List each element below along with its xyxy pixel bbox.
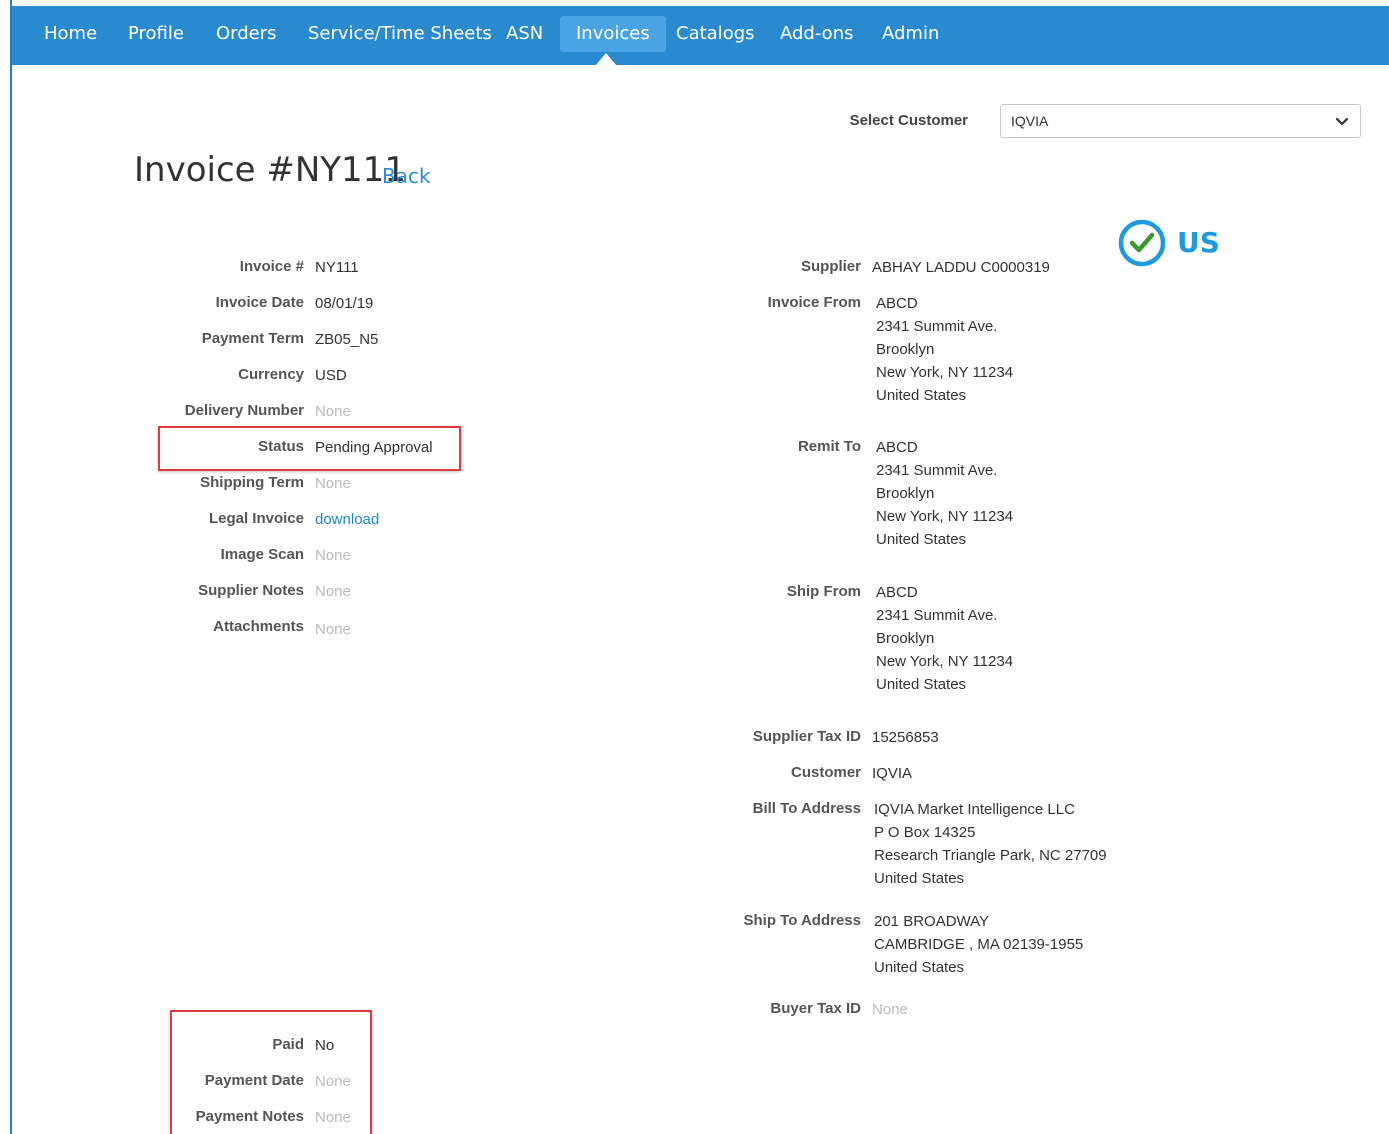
nav-item-service-time-sheets[interactable]: Service/Time Sheets [292,16,508,52]
payment-term-label: Payment Term [201,330,304,347]
active-nav-caret [596,53,616,65]
supplier-label: Supplier [800,258,861,275]
address-line: Research Triangle Park, NC 27709 [874,847,1107,864]
invoice-date-label: Invoice Date [215,294,304,311]
invoice-from-label: Invoice From [767,294,861,311]
address-line: Brooklyn [876,485,935,502]
payment-date-value: None [315,1073,351,1090]
legal-invoice-label: Legal Invoice [208,510,304,527]
address-line: Brooklyn [876,341,935,358]
supplier-notes-value: None [315,583,351,600]
bill-to-address-label: Bill To Address [752,800,861,817]
attachments-label: Attachments [213,618,304,635]
nav-item-asn[interactable]: ASN [490,16,559,52]
delivery-number-label: Delivery Number [184,402,304,419]
bill-to-address: IQVIA Market Intelligence LLC P O Box 14… [874,798,1107,890]
ship-from-address: ABCD 2341 Summit Ave. Brooklyn New York,… [876,581,1013,696]
address-line: P O Box 14325 [874,824,976,841]
payment-notes-label: Payment Notes [195,1108,304,1125]
invoice-from-address: ABCD 2341 Summit Ave. Brooklyn New York,… [876,292,1013,407]
nav-item-home[interactable]: Home [28,16,113,52]
currency-value: USD [315,367,347,384]
address-line: New York, NY 11234 [876,364,1014,381]
paid-label: Paid [272,1036,304,1053]
top-navigation-bar: Home Profile Orders Service/Time Sheets … [12,6,1389,65]
remit-to-address: ABCD 2341 Summit Ave. Brooklyn New York,… [876,436,1013,551]
address-line: ABCD [876,439,918,456]
nav-item-profile[interactable]: Profile [112,16,200,52]
address-line: United States [874,959,965,976]
address-line: United States [876,387,967,404]
select-customer-label: Select Customer [849,112,968,129]
shipping-term-label: Shipping Term [200,474,304,491]
address-line: 201 BROADWAY [874,913,990,930]
payment-term-value: ZB05_N5 [315,331,379,348]
address-line: IQVIA Market Intelligence LLC [874,801,1075,818]
status-value: Pending Approval [315,439,433,456]
back-link[interactable]: Back [382,164,431,188]
address-line: New York, NY 11234 [876,653,1014,670]
currency-label: Currency [238,366,304,383]
supplier-notes-label: Supplier Notes [198,582,304,599]
remit-to-label: Remit To [797,438,861,455]
supplier-tax-id-label: Supplier Tax ID [752,728,861,745]
address-line: ABCD [876,295,918,312]
nav-item-admin[interactable]: Admin [866,16,955,52]
customer-select-value: IQVIA [1011,113,1049,129]
image-scan-label: Image Scan [220,546,304,563]
legal-invoice-download-link[interactable]: download [315,508,379,531]
supplier-value: ABHAY LADDU C0000319 [872,259,1050,276]
payment-notes-value: None [315,1109,351,1126]
page-title: Invoice #NY111 [134,150,406,190]
attachments-value: None [315,621,351,638]
customer-label: Customer [790,764,861,781]
address-line: Brooklyn [876,630,935,647]
invoice-date-value: 08/01/19 [315,295,374,312]
window-left-border [10,0,12,1134]
ship-to-address-label: Ship To Address [743,912,861,929]
delivery-number-value: None [315,403,351,420]
address-line: United States [876,676,967,693]
country-code: US [1177,226,1220,259]
image-scan-value: None [315,547,351,564]
country-badge: US [1117,218,1227,268]
nav-item-add-ons[interactable]: Add-ons [764,16,869,52]
ship-to-address: 201 BROADWAY CAMBRIDGE , MA 02139-1955 U… [874,910,1083,979]
chevron-down-icon [1335,117,1349,126]
customer-value: IQVIA [872,765,913,782]
payment-date-label: Payment Date [204,1072,304,1089]
nav-item-invoices[interactable]: Invoices [560,16,666,52]
address-line: CAMBRIDGE , MA 02139-1955 [874,936,1084,953]
shipping-term-value: None [315,475,351,492]
invoice-number-label: Invoice # [239,258,304,275]
buyer-tax-id-value: None [872,1001,908,1018]
nav-item-catalogs[interactable]: Catalogs [660,16,771,52]
address-line: 2341 Summit Ave. [876,318,998,335]
address-line: ABCD [876,584,918,601]
check-circle-icon [1118,219,1166,267]
nav-item-orders[interactable]: Orders [200,16,293,52]
address-line: United States [874,870,965,887]
address-line: 2341 Summit Ave. [876,607,998,624]
buyer-tax-id-label: Buyer Tax ID [770,1000,861,1017]
supplier-tax-id-value: 15256853 [872,729,939,746]
customer-select[interactable]: IQVIA [1000,104,1361,138]
address-line: New York, NY 11234 [876,508,1014,525]
invoice-number-value: NY111 [315,259,359,276]
address-line: United States [876,531,967,548]
paid-value: No [315,1037,335,1054]
ship-from-label: Ship From [786,583,861,600]
address-line: 2341 Summit Ave. [876,462,998,479]
status-label: Status [258,438,304,455]
